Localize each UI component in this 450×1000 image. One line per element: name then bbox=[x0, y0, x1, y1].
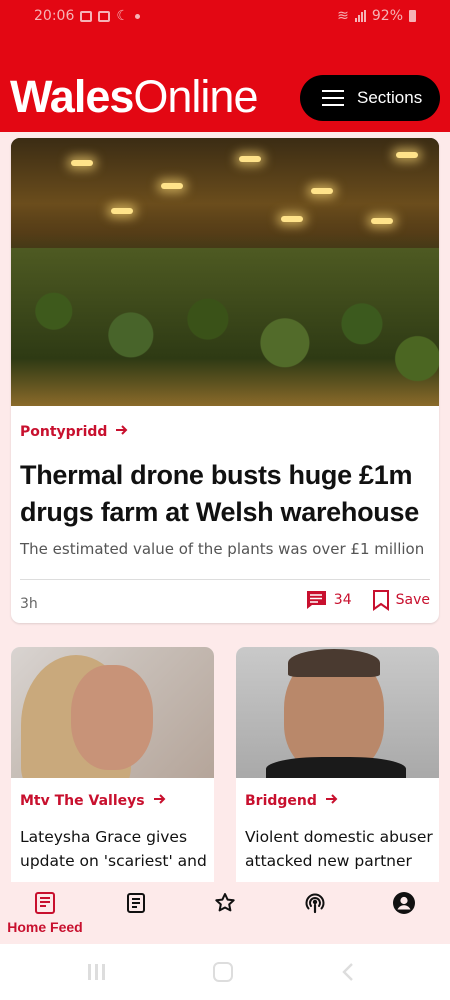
do-not-disturb-icon: ☾ bbox=[116, 8, 129, 24]
nav-home-feed[interactable]: Home Feed bbox=[6, 882, 84, 944]
save-button[interactable]: Save bbox=[396, 592, 430, 608]
article-thumbnail[interactable] bbox=[11, 647, 214, 778]
arrow-right-icon bbox=[115, 424, 129, 440]
nav-podcasts[interactable] bbox=[300, 882, 330, 944]
sections-button[interactable]: Sections bbox=[300, 75, 440, 121]
comment-count[interactable]: 34 bbox=[334, 592, 352, 608]
app-header: WalesOnline Sections bbox=[0, 34, 450, 132]
wifi-icon: ≋ bbox=[337, 8, 349, 24]
back-icon[interactable] bbox=[338, 961, 360, 983]
nav-articles[interactable] bbox=[121, 882, 151, 944]
more-notifications-icon bbox=[134, 13, 140, 19]
logo-thin-text: Online bbox=[133, 71, 258, 122]
featured-article-standfirst: The estimated value of the plants was ov… bbox=[20, 540, 425, 558]
bookmark-icon[interactable] bbox=[372, 589, 390, 611]
article-section-link[interactable]: Mtv The Valleys bbox=[20, 793, 167, 809]
card-divider bbox=[20, 579, 430, 580]
featured-article-card[interactable]: Pontypridd Thermal drone busts huge £1m … bbox=[11, 138, 439, 623]
battery-icon bbox=[409, 10, 416, 22]
arrow-right-icon bbox=[325, 793, 339, 809]
logo-bold-text: Wales bbox=[10, 71, 134, 122]
article-headline[interactable]: Violent domestic abuser attacked new par… bbox=[245, 825, 437, 873]
article-headline[interactable]: Lateysha Grace gives update on 'scariest… bbox=[20, 825, 212, 873]
article-list-icon bbox=[127, 893, 145, 913]
article-card[interactable]: Mtv The Valleys Lateysha Grace gives upd… bbox=[11, 647, 214, 882]
nav-favourites[interactable] bbox=[210, 882, 240, 944]
article-section-link[interactable]: Bridgend bbox=[245, 793, 339, 809]
podcast-icon bbox=[305, 893, 325, 914]
gallery-notification-icon bbox=[80, 10, 93, 22]
bottom-navigation: Home Feed bbox=[0, 882, 450, 944]
menu-icon bbox=[322, 90, 344, 106]
article-section-link[interactable]: Pontypridd bbox=[20, 424, 129, 440]
section-label: Bridgend bbox=[245, 793, 317, 809]
newspaper-icon bbox=[35, 892, 55, 914]
sections-label: Sections bbox=[357, 88, 423, 107]
featured-article-headline[interactable]: Thermal drone busts huge £1m drugs farm … bbox=[20, 457, 430, 531]
battery-percent: 92% bbox=[371, 8, 403, 24]
article-card[interactable]: Bridgend Violent domestic abuser attacke… bbox=[236, 647, 439, 882]
section-label: Pontypridd bbox=[20, 424, 108, 440]
system-navigation-bar bbox=[0, 944, 450, 1000]
featured-article-image[interactable] bbox=[11, 138, 439, 406]
article-thumbnail[interactable] bbox=[236, 647, 439, 778]
arrow-right-icon bbox=[153, 793, 167, 809]
signal-icon bbox=[354, 10, 366, 22]
app-notification-icon bbox=[98, 10, 111, 22]
status-bar: 20:06 ☾ ≋ 92% bbox=[0, 0, 450, 34]
section-label: Mtv The Valleys bbox=[20, 793, 145, 809]
walesonline-logo[interactable]: WalesOnline bbox=[10, 71, 258, 122]
nav-account[interactable] bbox=[389, 882, 419, 944]
recent-apps-icon[interactable] bbox=[88, 964, 105, 980]
news-feed[interactable]: Pontypridd Thermal drone busts huge £1m … bbox=[0, 132, 450, 882]
account-icon bbox=[393, 892, 415, 914]
star-icon bbox=[215, 893, 235, 912]
article-timestamp: 3h bbox=[20, 596, 38, 612]
comments-icon[interactable] bbox=[304, 589, 328, 611]
home-icon[interactable] bbox=[213, 962, 233, 982]
nav-home-feed-label: Home Feed bbox=[7, 919, 83, 935]
status-time: 20:06 bbox=[34, 8, 75, 24]
